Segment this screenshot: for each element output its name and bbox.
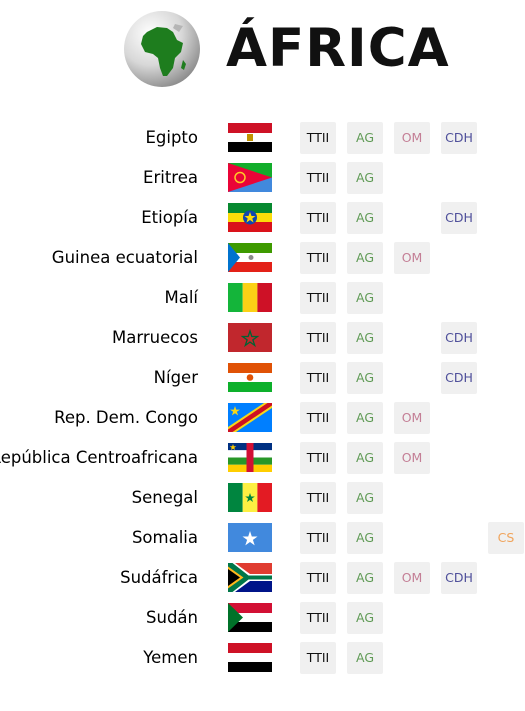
tag-cdh-button[interactable]: CDH xyxy=(441,122,477,154)
central-african-republic-flag-icon xyxy=(228,443,272,472)
equatorial-guinea-flag-icon xyxy=(228,243,272,272)
country-name[interactable]: Guinea ecuatorial xyxy=(52,246,198,270)
mali-flag-icon xyxy=(228,283,272,312)
country-row: Guinea ecuatorial TTII AG OM xyxy=(0,238,525,278)
tag-om-button[interactable]: OM xyxy=(394,442,430,474)
country-row: República Centroafricana TTII AG OM xyxy=(0,438,525,478)
country-name[interactable]: Sudán xyxy=(146,606,198,630)
tag-ag-button[interactable]: AG xyxy=(347,242,383,274)
tag-ttii-button[interactable]: TTII xyxy=(300,122,336,154)
country-row: Marruecos TTII AG CDH xyxy=(0,318,525,358)
country-name[interactable]: República Centroafricana xyxy=(0,446,198,470)
yemen-flag-icon xyxy=(228,643,272,672)
country-name[interactable]: Somalia xyxy=(132,526,198,550)
country-row: Sudán TTII AG xyxy=(0,598,525,638)
country-name[interactable]: Marruecos xyxy=(112,326,198,350)
country-name[interactable]: Rep. Dem. Congo xyxy=(54,406,198,430)
tag-ag-button[interactable]: AG xyxy=(347,202,383,234)
sudan-flag-icon xyxy=(228,603,272,632)
tag-ttii-button[interactable]: TTII xyxy=(300,482,336,514)
tag-cdh-button[interactable]: CDH xyxy=(441,322,477,354)
tag-ag-button[interactable]: AG xyxy=(347,642,383,674)
country-row: Senegal TTII AG xyxy=(0,478,525,518)
country-row: Somalia TTII AG CS xyxy=(0,518,525,558)
tag-ag-button[interactable]: AG xyxy=(347,442,383,474)
country-name[interactable]: Sudáfrica xyxy=(120,566,198,590)
tag-ttii-button[interactable]: TTII xyxy=(300,322,336,354)
tag-om-button[interactable]: OM xyxy=(394,242,430,274)
tag-ttii-button[interactable]: TTII xyxy=(300,562,336,594)
country-row: Sudáfrica TTII AG OM CDH xyxy=(0,558,525,598)
tag-ttii-button[interactable]: TTII xyxy=(300,402,336,434)
tag-cdh-button[interactable]: CDH xyxy=(441,562,477,594)
country-row: Egipto TTII AG OM CDH xyxy=(0,118,525,158)
country-name[interactable]: Egipto xyxy=(145,126,198,150)
tag-ttii-button[interactable]: TTII xyxy=(300,642,336,674)
tag-om-button[interactable]: OM xyxy=(394,562,430,594)
country-name[interactable]: Malí xyxy=(164,286,198,310)
tag-ttii-button[interactable]: TTII xyxy=(300,162,336,194)
page-title: ÁFRICA xyxy=(226,18,450,79)
country-row: Eritrea TTII AG xyxy=(0,158,525,198)
tag-ag-button[interactable]: AG xyxy=(347,562,383,594)
tag-ag-button[interactable]: AG xyxy=(347,282,383,314)
tag-ag-button[interactable]: AG xyxy=(347,402,383,434)
tag-om-button[interactable]: OM xyxy=(394,122,430,154)
page-header: ÁFRICA xyxy=(0,0,525,100)
country-row: Malí TTII AG xyxy=(0,278,525,318)
country-row: Yemen TTII AG xyxy=(0,638,525,678)
country-row: Níger TTII AG CDH xyxy=(0,358,525,398)
tag-ttii-button[interactable]: TTII xyxy=(300,442,336,474)
dr-congo-flag-icon xyxy=(228,403,272,432)
country-name[interactable]: Etiopía xyxy=(141,206,198,230)
tag-cs-button[interactable]: CS xyxy=(488,522,524,554)
country-row: Etiopía TTII AG CDH xyxy=(0,198,525,238)
south-africa-flag-icon xyxy=(228,563,272,592)
country-name[interactable]: Senegal xyxy=(132,486,198,510)
africa-globe-icon xyxy=(123,10,201,88)
ethiopia-flag-icon xyxy=(228,203,272,232)
tag-ttii-button[interactable]: TTII xyxy=(300,602,336,634)
tag-ag-button[interactable]: AG xyxy=(347,482,383,514)
country-row: Rep. Dem. Congo TTII AG OM xyxy=(0,398,525,438)
tag-ag-button[interactable]: AG xyxy=(347,322,383,354)
tag-ag-button[interactable]: AG xyxy=(347,122,383,154)
country-name[interactable]: Eritrea xyxy=(143,166,198,190)
tag-ttii-button[interactable]: TTII xyxy=(300,202,336,234)
tag-ag-button[interactable]: AG xyxy=(347,522,383,554)
tag-ttii-button[interactable]: TTII xyxy=(300,362,336,394)
somalia-flag-icon xyxy=(228,523,272,552)
tag-ag-button[interactable]: AG xyxy=(347,362,383,394)
tag-cdh-button[interactable]: CDH xyxy=(441,362,477,394)
tag-ag-button[interactable]: AG xyxy=(347,602,383,634)
country-name[interactable]: Yemen xyxy=(143,646,198,670)
tag-ag-button[interactable]: AG xyxy=(347,162,383,194)
tag-cdh-button[interactable]: CDH xyxy=(441,202,477,234)
eritrea-flag-icon xyxy=(228,163,272,192)
tag-ttii-button[interactable]: TTII xyxy=(300,282,336,314)
tag-ttii-button[interactable]: TTII xyxy=(300,242,336,274)
senegal-flag-icon xyxy=(228,483,272,512)
morocco-flag-icon xyxy=(228,323,272,352)
tag-ttii-button[interactable]: TTII xyxy=(300,522,336,554)
niger-flag-icon xyxy=(228,363,272,392)
tag-om-button[interactable]: OM xyxy=(394,402,430,434)
egypt-flag-icon xyxy=(228,123,272,152)
country-name[interactable]: Níger xyxy=(154,366,198,390)
